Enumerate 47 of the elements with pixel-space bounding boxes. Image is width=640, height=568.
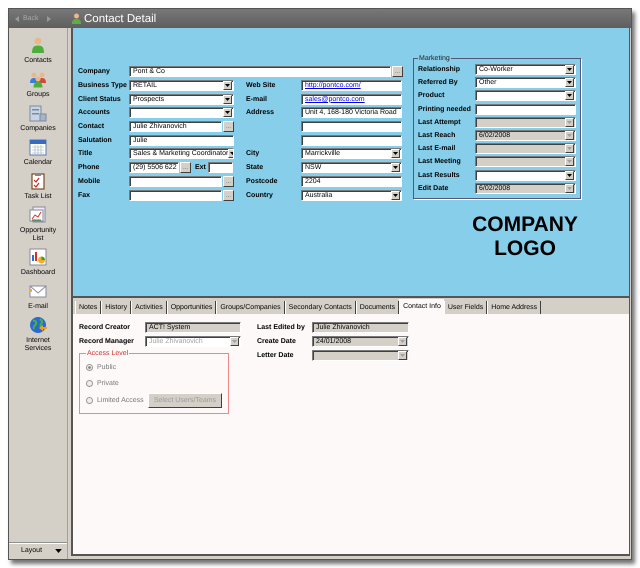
caret-icon <box>567 68 572 72</box>
caret-icon <box>567 186 572 190</box>
caret-icon <box>400 340 405 342</box>
radio-button[interactable] <box>86 364 93 371</box>
caret-icon <box>225 84 230 88</box>
dropdown-field[interactable] <box>475 156 576 168</box>
caret-icon <box>567 94 572 98</box>
caret-icon <box>230 152 233 156</box>
text-field[interactable] <box>301 121 402 132</box>
window-title: Contact Detail <box>84 12 156 24</box>
caret-icon <box>567 174 572 177</box>
calendar-icon <box>29 138 47 156</box>
caret-icon <box>400 354 405 356</box>
chart-document-icon <box>29 206 47 224</box>
text-field[interactable] <box>475 104 576 115</box>
caret-icon <box>567 134 572 138</box>
building-icon <box>29 104 47 122</box>
caret-icon <box>567 147 572 150</box>
caret-icon <box>225 98 230 101</box>
person-icon <box>29 36 47 54</box>
extension-field[interactable] <box>208 162 233 174</box>
caret-icon <box>393 166 398 170</box>
people-icon <box>29 70 47 88</box>
dropdown-field[interactable] <box>129 107 234 118</box>
text-field[interactable] <box>301 134 402 146</box>
caret-icon <box>567 160 572 164</box>
radio-button[interactable] <box>86 396 93 404</box>
dropdown-field[interactable] <box>475 116 576 128</box>
company-logo: COMPANY LOGO <box>471 212 579 261</box>
caret-icon <box>225 111 230 114</box>
globe-icon <box>29 316 47 334</box>
caret-icon <box>55 548 62 552</box>
dropdown-field[interactable] <box>475 143 576 154</box>
caret-icon <box>567 120 572 124</box>
dropdown-field[interactable] <box>475 170 576 181</box>
text-field[interactable] <box>129 176 222 187</box>
clipboard-icon <box>29 172 47 190</box>
caret-icon <box>393 194 398 197</box>
radio-button[interactable] <box>86 380 93 388</box>
text-field[interactable] <box>129 190 222 201</box>
caret-icon <box>567 81 572 84</box>
caret-icon <box>393 152 398 156</box>
caret-icon <box>232 340 237 342</box>
dropdown-field[interactable] <box>312 350 409 360</box>
dropdown-field[interactable] <box>475 90 576 102</box>
person-icon <box>72 13 81 24</box>
chart-icon <box>29 248 47 266</box>
